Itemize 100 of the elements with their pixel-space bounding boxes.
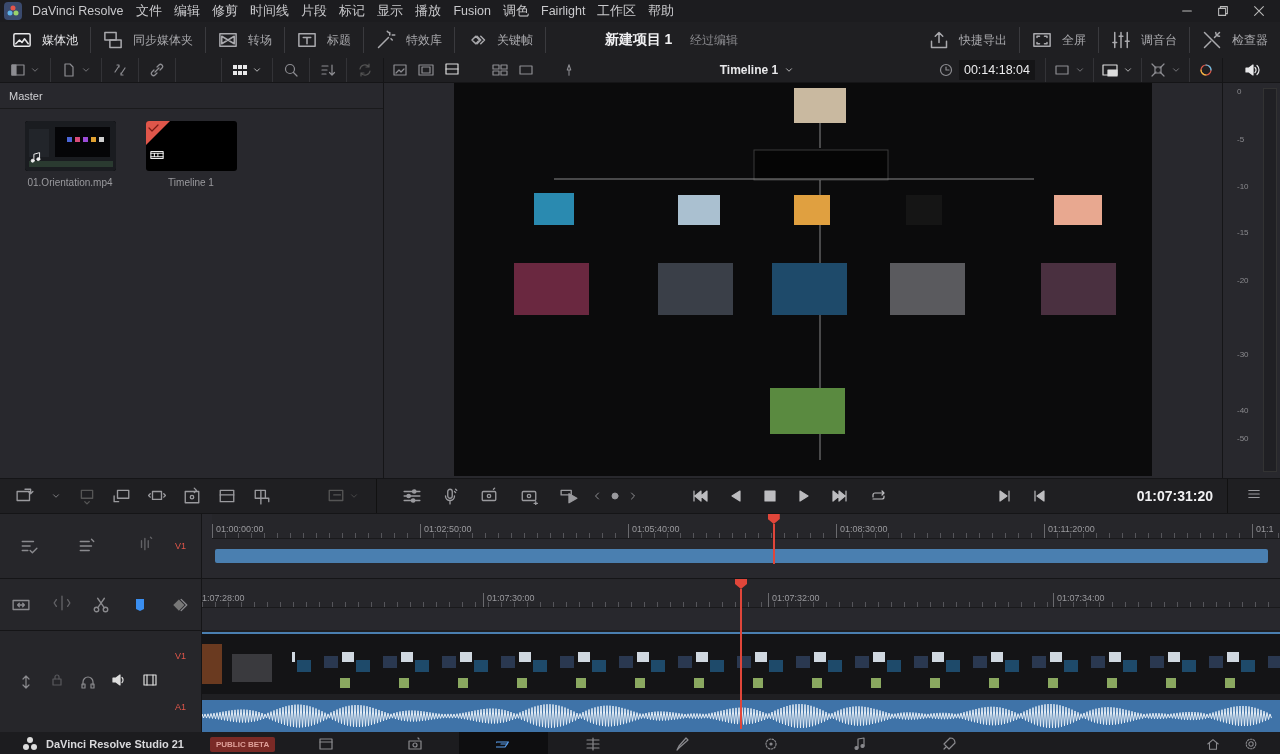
music-icon (851, 736, 868, 752)
chevron-down-icon (1123, 65, 1133, 75)
menu-item[interactable]: 修剪 (212, 2, 239, 20)
scissors-icon[interactable] (92, 595, 111, 614)
ruler-timecode: 01:1 (1252, 524, 1280, 538)
meter-scale-label: -50 (1237, 434, 1249, 443)
meter-scale-label: 0 (1237, 87, 1242, 96)
headphones-icon[interactable] (79, 673, 96, 690)
panel-icon[interactable] (10, 62, 26, 78)
file-icon[interactable] (61, 62, 77, 78)
check-corner-icon (145, 121, 170, 145)
home-icon[interactable] (1206, 737, 1220, 751)
toolbar-tab[interactable]: 同步媒体夹 (91, 26, 205, 54)
chevron-down-icon (51, 491, 61, 501)
logo-icon (4, 2, 22, 20)
sliders-icon[interactable] (403, 487, 421, 505)
ruler-timecode: 01:11:20:00 (1044, 524, 1252, 538)
camera-icon (406, 736, 423, 752)
split-view-icon[interactable] (444, 60, 460, 77)
project-title: 新建项目 1 (604, 31, 673, 49)
clip-name: 01.Orientation.mp4 (27, 177, 113, 188)
ruler-timecode: 01:08:30:00 (836, 524, 1044, 538)
menu-item[interactable]: Fusion (453, 4, 491, 18)
chevron-down-icon (1171, 65, 1181, 75)
restore-icon[interactable] (1216, 4, 1230, 18)
meter-scale-label: -20 (1237, 276, 1249, 285)
menu-item[interactable]: 播放 (415, 2, 442, 20)
settings-icon[interactable] (1244, 737, 1258, 751)
meter-scale-label: -5 (1237, 135, 1245, 144)
toolbar-button[interactable]: 检查器 (1190, 26, 1280, 54)
meter-scale-label: -40 (1237, 406, 1249, 415)
sort-icon[interactable] (320, 62, 336, 78)
search-icon[interactable] (283, 62, 299, 78)
image-icon (12, 30, 32, 50)
music-note-icon (28, 151, 42, 164)
title-icon (297, 30, 317, 50)
menu-item[interactable]: 调色 (503, 2, 529, 20)
playhead[interactable] (735, 579, 747, 729)
product-name: DaVinci Resolve Studio 21 (46, 738, 184, 750)
grid-view-icon[interactable] (232, 62, 248, 78)
track-label: A1 (175, 701, 187, 712)
menu-item[interactable]: 显示 (377, 2, 404, 20)
fullscreen-icon (1032, 30, 1052, 50)
meter-scale-label: -10 (1237, 182, 1249, 191)
previous-edit-icon[interactable] (1031, 488, 1047, 504)
ruler-timecode: 01:00:00:00 (212, 524, 420, 538)
filmstrip-icon (149, 148, 164, 162)
toolbar-tab[interactable]: 转场 (206, 26, 284, 54)
logo-icon (22, 736, 38, 752)
toolbar-button[interactable]: 调音台 (1099, 26, 1189, 54)
clock-icon[interactable] (937, 62, 954, 78)
next-edit-icon[interactable] (997, 488, 1013, 504)
bin-name[interactable]: Master (0, 83, 383, 109)
ruler-timecode: 01:02:50:00 (420, 524, 628, 538)
toolbar-tab[interactable]: 关键帧 (455, 26, 545, 54)
menu-icon[interactable] (1247, 487, 1261, 501)
play-filmstrip-icon[interactable] (559, 487, 579, 505)
menu-item[interactable]: 工作区 (597, 2, 637, 20)
stop-icon[interactable] (761, 488, 779, 504)
upload-icon (929, 30, 949, 50)
timeline-clip-bar[interactable] (215, 549, 1268, 563)
speaker-icon[interactable] (1243, 62, 1260, 78)
toolbar-tab[interactable]: 特效库 (364, 26, 454, 54)
meter-scale-label: -30 (1237, 350, 1249, 359)
chevron-down-icon (349, 491, 359, 501)
page-tab[interactable] (459, 732, 549, 754)
mixer-icon (1111, 30, 1131, 50)
chevron-down-icon (784, 65, 795, 75)
toolbar-button[interactable]: 快捷导出 (917, 26, 1019, 54)
menu-item[interactable]: 时间线 (250, 2, 290, 20)
toolbar-tab[interactable]: 媒体池 (0, 26, 90, 54)
chevron-down-icon (30, 65, 40, 75)
app-name: DaVinci Resolve (32, 4, 124, 18)
color-wheel-icon[interactable] (1198, 62, 1214, 78)
monitor-icon[interactable] (141, 671, 158, 688)
menu-item[interactable]: 文件 (136, 2, 163, 20)
toolbar-button[interactable]: 全屏 (1020, 26, 1098, 54)
ruler-timecode: 01:07:34:00 (1053, 593, 1280, 607)
chevron-down-icon (1075, 65, 1085, 75)
link-icon[interactable] (149, 62, 165, 78)
toolbar-tab[interactable]: 标题 (285, 26, 363, 54)
dot-icon[interactable] (609, 489, 621, 503)
dial-icon (762, 736, 779, 752)
menu-item[interactable]: 片段 (301, 2, 328, 20)
transition-icon (218, 30, 238, 50)
meter-scale-label: -15 (1237, 228, 1249, 237)
menu-item[interactable]: Fairlight (541, 4, 586, 18)
timeline-name[interactable]: Timeline 1 (719, 63, 779, 77)
beta-badge: PUBLIC BETA (209, 736, 276, 752)
magic-wand-icon (376, 30, 396, 50)
timeline-thumbnail[interactable] (145, 121, 237, 171)
track-label: V1 (175, 541, 187, 551)
menu-item[interactable]: 标记 (339, 2, 366, 20)
timeline-timecode: 01:07:31:20 (1136, 488, 1214, 504)
close-icon[interactable] (1252, 4, 1266, 18)
ruler-timecode: 1:07:28:00 (202, 593, 246, 605)
clip-name: Timeline 1 (168, 177, 214, 188)
project-status: 经过编辑 (690, 31, 739, 49)
menu-item[interactable]: 编辑 (174, 2, 201, 20)
menu-item[interactable]: 帮助 (648, 2, 675, 20)
